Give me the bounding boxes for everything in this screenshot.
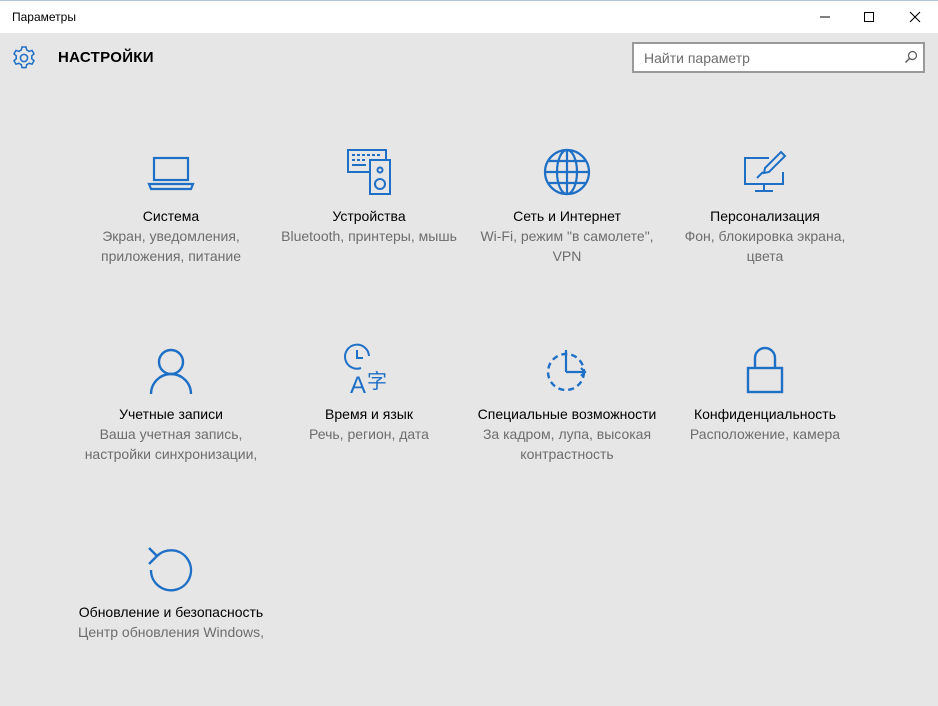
search-box[interactable] (632, 42, 925, 73)
globe-icon (539, 144, 595, 200)
tile-title: Учетные записи (119, 406, 223, 422)
tile-title: Конфиденциальность (693, 406, 836, 422)
tile-title: Время и язык (325, 406, 413, 422)
user-icon (143, 342, 199, 398)
tile-time-language[interactable]: A 字 Время и язык Речь, регион, дата (274, 342, 464, 444)
settings-window: Параметры НАСТРОЙКИ Найти параметр Систе… (0, 0, 938, 706)
page-title: НАСТРОЙКИ (58, 49, 154, 66)
window-title: Параметры (12, 10, 76, 24)
tile-description: Ваша учетная запись, настройки синхрониз… (84, 426, 258, 462)
minimize-icon (820, 16, 830, 18)
tile-description: Wi-Fi, режим "в самолете", VPN (480, 228, 654, 264)
personalization-icon (737, 144, 793, 200)
tile-title: Специальные возможности (477, 406, 657, 422)
minimize-button[interactable] (802, 1, 848, 33)
tile-system[interactable]: Система Экран, уведомления, приложения, … (76, 144, 266, 266)
update-icon (143, 540, 199, 596)
tile-description: Речь, регион, дата (309, 426, 429, 442)
title-bar: Параметры (0, 1, 938, 33)
tile-network[interactable]: Сеть и Интернет Wi-Fi, режим "в самолете… (472, 144, 662, 266)
svg-text:A: A (350, 372, 366, 398)
tile-description: Центр обновления Windows, (77, 624, 265, 640)
devices-icon (341, 144, 397, 200)
tile-title: Устройства (332, 208, 406, 224)
tile-update-security[interactable]: Обновление и безопасность Центр обновлен… (76, 540, 266, 642)
tile-description: За кадром, лупа, высокая контрастность (482, 426, 652, 462)
maximize-icon (864, 12, 874, 22)
tile-title: Система (142, 208, 200, 224)
gear-icon (13, 46, 35, 69)
tile-title: Персонализация (710, 208, 820, 224)
tile-description: Расположение, камера (689, 426, 841, 442)
close-icon (909, 11, 921, 23)
search-icon[interactable] (904, 50, 918, 64)
search-input[interactable] (634, 44, 904, 71)
tile-accessibility[interactable]: Специальные возможности За кадром, лупа,… (472, 342, 662, 464)
maximize-button[interactable] (846, 1, 892, 33)
tile-title: Сеть и Интернет (513, 208, 621, 224)
accessibility-icon (539, 342, 595, 398)
close-button[interactable] (892, 1, 938, 33)
svg-text:字: 字 (367, 369, 387, 393)
tile-description: Bluetooth, принтеры, мышь (281, 228, 457, 244)
laptop-icon (143, 144, 199, 200)
tile-description: Фон, блокировка экрана, цвета (684, 228, 846, 264)
lock-icon (737, 342, 793, 398)
time-language-icon: A 字 (341, 342, 397, 398)
tile-devices[interactable]: Устройства Bluetooth, принтеры, мышь (274, 144, 464, 246)
tile-privacy[interactable]: Конфиденциальность Расположение, камера (670, 342, 860, 444)
tile-accounts[interactable]: Учетные записи Ваша учетная запись, наст… (76, 342, 266, 464)
tile-title: Обновление и безопасность (78, 604, 264, 620)
tile-personalization[interactable]: Персонализация Фон, блокировка экрана, ц… (670, 144, 860, 266)
tile-description: Экран, уведомления, приложения, питание (101, 228, 241, 264)
